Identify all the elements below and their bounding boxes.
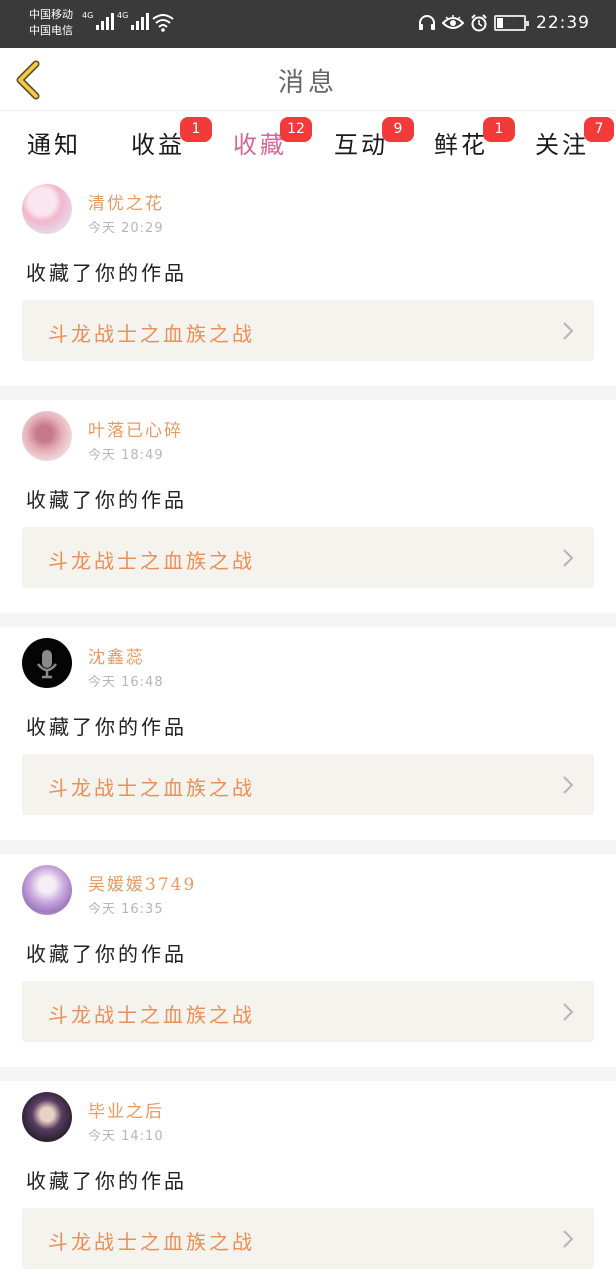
message-time: 今天 20:29 xyxy=(88,221,164,236)
tab-flowers[interactable]: 鲜花 1 xyxy=(421,117,515,171)
message-text: 收藏了你的作品 xyxy=(26,942,187,966)
status-time: 22:39 xyxy=(536,13,590,33)
tab-badge: 12 xyxy=(280,117,312,142)
chevron-right-icon xyxy=(563,1230,574,1248)
headset-icon xyxy=(419,15,435,30)
work-link[interactable]: 斗龙战士之血族之战 xyxy=(22,754,594,815)
work-link[interactable]: 斗龙战士之血族之战 xyxy=(22,300,594,361)
work-title: 斗龙战士之血族之战 xyxy=(48,1230,255,1254)
wifi-icon xyxy=(152,14,174,32)
divider xyxy=(0,840,616,854)
signal-icon xyxy=(131,12,150,30)
tab-favorites[interactable]: 收藏 12 xyxy=(220,117,312,177)
message-text: 收藏了你的作品 xyxy=(26,715,187,739)
tab-earnings[interactable]: 收益 1 xyxy=(118,117,212,171)
chevron-right-icon xyxy=(563,549,574,567)
tab-badge: 9 xyxy=(382,117,414,142)
message-time: 今天 14:10 xyxy=(88,1129,164,1144)
message-time: 今天 18:49 xyxy=(88,448,164,463)
work-title: 斗龙战士之血族之战 xyxy=(48,549,255,573)
username[interactable]: 叶落已心碎 xyxy=(88,416,183,441)
message-text: 收藏了你的作品 xyxy=(26,1169,187,1193)
chevron-right-icon xyxy=(563,322,574,340)
battery-level: 42 xyxy=(504,18,516,28)
signal-2: 4G xyxy=(117,11,150,30)
divider xyxy=(0,613,616,627)
message-list: 清优之花 今天 20:29 收藏了你的作品 斗龙战士之血族之战 叶落已心碎 今天… xyxy=(0,173,616,1280)
avatar[interactable] xyxy=(22,411,72,461)
avatar[interactable] xyxy=(22,638,72,688)
alarm-icon xyxy=(471,14,487,32)
network-type-2: 4G xyxy=(117,11,129,20)
battery-icon: 42 xyxy=(494,15,529,31)
username[interactable]: 毕业之后 xyxy=(88,1097,164,1122)
status-bar: 中国移动 中国电信 4G 4G 42 22:39 xyxy=(0,0,616,48)
chevron-right-icon xyxy=(563,776,574,794)
divider xyxy=(0,1067,616,1081)
work-link[interactable]: 斗龙战士之血族之战 xyxy=(22,527,594,588)
tab-label: 鲜花 xyxy=(434,131,488,159)
tab-label: 收益 xyxy=(131,131,185,159)
page-title: 消息 xyxy=(277,68,338,98)
message-text: 收藏了你的作品 xyxy=(26,488,187,512)
tab-bar: 通知 收益 1 收藏 12 互动 9 鲜花 1 关注 7 xyxy=(0,111,616,177)
tab-label: 收藏 xyxy=(233,131,287,159)
network-type-1: 4G xyxy=(82,11,94,20)
nav-header: 消息 xyxy=(0,48,616,111)
carrier-2: 中国电信 xyxy=(29,24,73,37)
message-item: 沈鑫蕊 今天 16:48 收藏了你的作品 斗龙战士之血族之战 xyxy=(0,627,616,840)
microphone-icon xyxy=(37,650,57,679)
message-time: 今天 16:35 xyxy=(88,902,164,917)
signal-1: 4G xyxy=(82,11,115,30)
message-time: 今天 16:48 xyxy=(88,675,164,690)
tab-interaction[interactable]: 互动 9 xyxy=(321,117,414,171)
tab-notice[interactable]: 通知 xyxy=(14,125,94,171)
avatar[interactable] xyxy=(22,865,72,915)
tab-label: 互动 xyxy=(334,131,388,159)
work-title: 斗龙战士之血族之战 xyxy=(48,322,255,346)
work-link[interactable]: 斗龙战士之血族之战 xyxy=(22,981,594,1042)
eye-icon xyxy=(442,15,464,29)
tab-badge: 1 xyxy=(180,117,212,142)
work-title: 斗龙战士之血族之战 xyxy=(48,1003,255,1027)
avatar[interactable] xyxy=(22,1092,72,1142)
message-item: 叶落已心碎 今天 18:49 收藏了你的作品 斗龙战士之血族之战 xyxy=(0,400,616,613)
message-item: 清优之花 今天 20:29 收藏了你的作品 斗龙战士之血族之战 xyxy=(0,173,616,386)
message-item: 毕业之后 今天 14:10 收藏了你的作品 斗龙战士之血族之战 xyxy=(0,1081,616,1280)
message-text: 收藏了你的作品 xyxy=(26,261,187,285)
tab-badge: 1 xyxy=(483,117,515,142)
tab-follow[interactable]: 关注 7 xyxy=(522,117,614,171)
tab-label: 通知 xyxy=(27,131,81,159)
carrier-1: 中国移动 xyxy=(29,8,73,21)
avatar[interactable] xyxy=(22,184,72,234)
work-title: 斗龙战士之血族之战 xyxy=(48,776,255,800)
carrier-info: 中国移动 中国电信 xyxy=(29,7,73,39)
chevron-right-icon xyxy=(563,1003,574,1021)
message-item: 吴媛媛3749 今天 16:35 收藏了你的作品 斗龙战士之血族之战 xyxy=(0,854,616,1067)
divider xyxy=(0,386,616,400)
tab-badge: 7 xyxy=(584,117,614,142)
username[interactable]: 清优之花 xyxy=(88,189,164,214)
signal-icon xyxy=(96,12,115,30)
work-link[interactable]: 斗龙战士之血族之战 xyxy=(22,1208,594,1269)
username[interactable]: 沈鑫蕊 xyxy=(88,643,145,668)
username[interactable]: 吴媛媛3749 xyxy=(88,870,196,895)
tab-label: 关注 xyxy=(535,131,589,159)
